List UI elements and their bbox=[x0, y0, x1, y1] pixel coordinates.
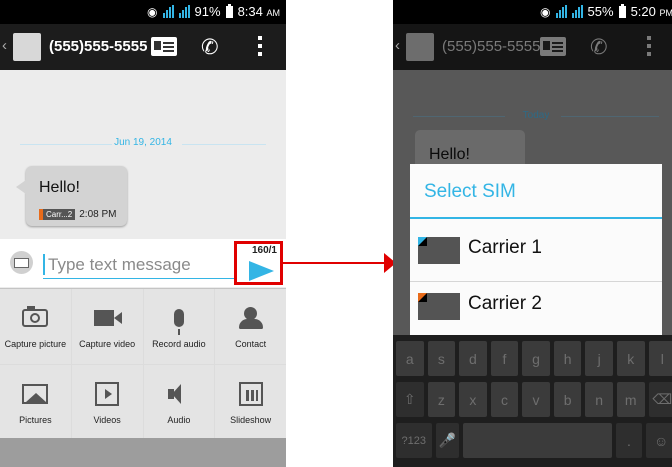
contact-icon bbox=[237, 306, 265, 330]
signal-icon bbox=[555, 5, 567, 18]
mic-key[interactable]: 🎤 bbox=[435, 423, 460, 458]
status-bar: ◉ 91% 8:34 AM bbox=[0, 0, 286, 24]
message-text: Hello! bbox=[39, 179, 80, 196]
overflow-menu-icon bbox=[647, 36, 651, 40]
attach-capture-video[interactable]: Capture video bbox=[71, 289, 143, 364]
avatar[interactable] bbox=[13, 33, 41, 61]
key-l[interactable]: l bbox=[648, 341, 672, 376]
keyboard-toggle-icon[interactable] bbox=[10, 251, 33, 274]
send-icon bbox=[249, 261, 274, 281]
send-button[interactable]: 160/1 bbox=[234, 241, 283, 285]
key-d[interactable]: d bbox=[459, 341, 487, 376]
key-f[interactable]: f bbox=[490, 341, 519, 376]
back-chevron-icon: ‹ bbox=[395, 37, 400, 54]
sim-card-icon bbox=[418, 293, 460, 320]
symbols-key[interactable]: ?123 bbox=[396, 423, 432, 458]
key-h[interactable]: h bbox=[553, 341, 582, 376]
emoji-key[interactable]: ☺ bbox=[646, 423, 672, 458]
contact-title: (555)555-5555 bbox=[49, 38, 148, 55]
shift-key[interactable]: ⇧ bbox=[396, 382, 424, 417]
signal-icon bbox=[162, 5, 174, 18]
key-m[interactable]: m bbox=[616, 382, 645, 417]
clock: 8:34 AM bbox=[237, 4, 280, 19]
space-key[interactable] bbox=[463, 423, 612, 458]
attach-capture-picture[interactable]: Capture picture bbox=[0, 289, 71, 364]
attach-pictures[interactable]: Pictures bbox=[0, 364, 71, 439]
attach-contact[interactable]: Contact bbox=[215, 289, 286, 364]
action-bar: ‹ (555)555-5555 ✆ bbox=[393, 24, 672, 70]
key-j[interactable]: j bbox=[585, 341, 613, 376]
sim-card-icon bbox=[418, 237, 460, 264]
key-s[interactable]: s bbox=[427, 341, 456, 376]
camera-icon bbox=[22, 306, 49, 327]
battery-percent: 55% bbox=[587, 4, 614, 19]
date-separator: Jun 19, 2014 bbox=[0, 137, 286, 151]
message-input[interactable] bbox=[43, 251, 236, 279]
avatar bbox=[406, 33, 434, 61]
key-g[interactable]: g bbox=[522, 341, 550, 376]
wifi-icon: ◉ bbox=[147, 4, 158, 19]
attach-slideshow[interactable]: Slideshow bbox=[215, 364, 286, 439]
attach-record-audio[interactable]: Record audio bbox=[143, 289, 215, 364]
clock: 5:20 PM bbox=[630, 4, 672, 19]
sim-option-carrier-2[interactable]: Carrier 2 bbox=[410, 278, 662, 334]
phone-call-icon[interactable]: ✆ bbox=[201, 35, 219, 60]
video-file-icon bbox=[95, 381, 120, 406]
attach-audio[interactable]: Audio bbox=[143, 364, 215, 439]
speaker-icon bbox=[167, 382, 190, 406]
attach-videos[interactable]: Videos bbox=[71, 364, 143, 439]
message-time: 2:08 PM bbox=[79, 209, 117, 220]
action-bar: ‹ (555)555-5555 ✆ bbox=[0, 24, 286, 70]
signal-icon bbox=[571, 5, 583, 18]
sim-option-carrier-1[interactable]: Carrier 1 bbox=[410, 222, 662, 278]
key-b[interactable]: b bbox=[553, 382, 582, 417]
contact-card-icon bbox=[540, 37, 566, 56]
key-x[interactable]: x bbox=[459, 382, 487, 417]
soft-keyboard: a s d f g h j k l ⇧ z x c v b n m ⌫ ?123… bbox=[393, 335, 672, 467]
calendar-grid-icon bbox=[238, 381, 263, 406]
key-v[interactable]: v bbox=[522, 382, 550, 417]
battery-icon bbox=[225, 3, 233, 18]
right-phone-screen: ◉ 55% 5:20 PM ‹ (555)555-5555 ✆ Today He… bbox=[393, 0, 672, 467]
key-n[interactable]: n bbox=[585, 382, 613, 417]
contact-title: (555)555-5555 bbox=[442, 38, 541, 55]
key-k[interactable]: k bbox=[616, 341, 645, 376]
microphone-icon bbox=[173, 309, 184, 335]
period-key[interactable]: . bbox=[615, 423, 643, 458]
video-camera-icon bbox=[94, 310, 123, 326]
message-bubble[interactable]: Hello! Carr...2 2:08 PM bbox=[16, 166, 127, 226]
backspace-key[interactable]: ⌫ bbox=[648, 382, 672, 417]
left-phone-screen: ◉ 91% 8:34 AM ‹ (555)555-5555 ✆ Jun 19, … bbox=[0, 0, 286, 467]
contact-card-icon[interactable] bbox=[151, 37, 177, 56]
connector-line bbox=[281, 262, 387, 264]
battery-percent: 91% bbox=[194, 4, 221, 19]
char-counter: 160/1 bbox=[251, 245, 277, 256]
battery-icon bbox=[618, 3, 626, 18]
back-chevron-icon[interactable]: ‹ bbox=[2, 37, 7, 54]
compose-bar: 160/1 bbox=[0, 239, 286, 287]
dialog-title: Select SIM bbox=[424, 181, 516, 202]
wifi-icon: ◉ bbox=[540, 4, 551, 19]
signal-icon bbox=[178, 5, 190, 18]
key-a[interactable]: a bbox=[396, 341, 424, 376]
overflow-menu-icon[interactable] bbox=[258, 36, 262, 40]
attachment-grid: Capture picture Capture video Record aud… bbox=[0, 288, 286, 439]
sim-badge: Carr...2 bbox=[39, 209, 76, 220]
phone-call-icon: ✆ bbox=[590, 36, 608, 59]
picture-icon bbox=[22, 383, 49, 404]
select-sim-dialog: Select SIM Carrier 1 Carrier 2 bbox=[410, 164, 662, 335]
key-c[interactable]: c bbox=[490, 382, 519, 417]
key-z[interactable]: z bbox=[427, 382, 456, 417]
status-bar: ◉ 55% 5:20 PM bbox=[393, 0, 672, 24]
bottom-strip bbox=[0, 438, 286, 467]
